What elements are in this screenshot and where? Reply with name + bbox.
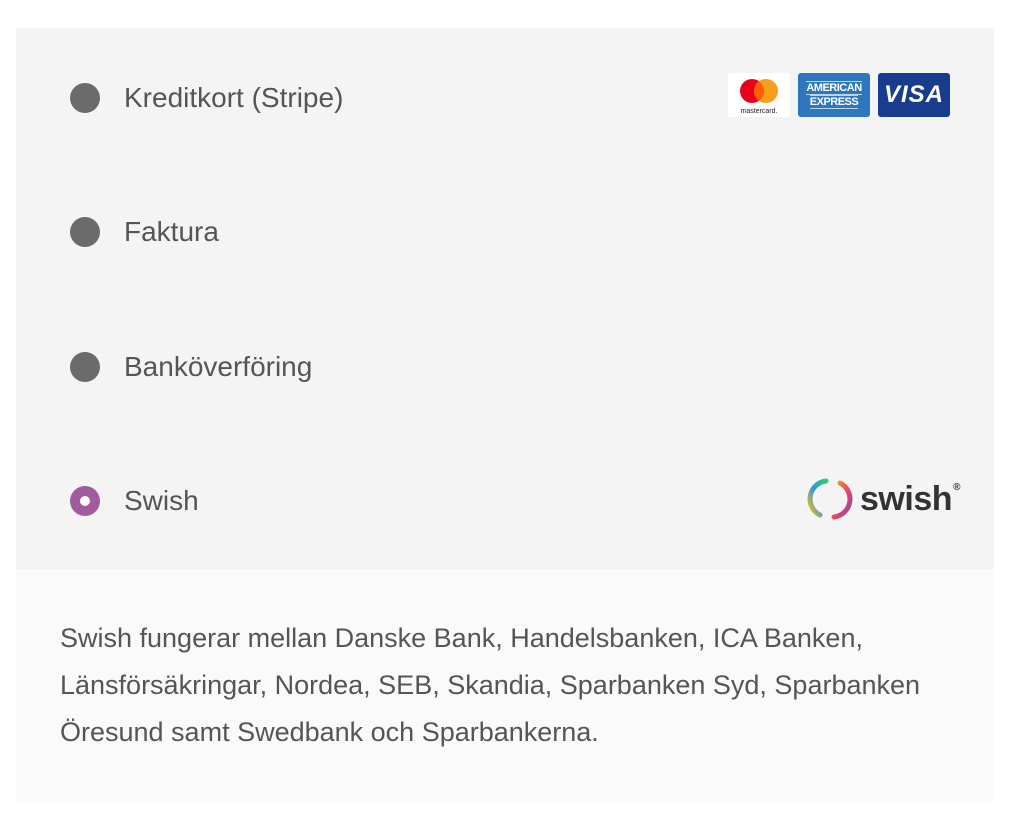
radio-kreditkort[interactable] bbox=[70, 83, 100, 113]
american-express-icon: AMERICAN EXPRESS bbox=[798, 73, 870, 117]
registered-mark: ® bbox=[953, 481, 960, 493]
radio-swish[interactable] bbox=[70, 486, 100, 516]
payment-option-label[interactable]: Banköverföring bbox=[124, 351, 312, 383]
mastercard-text: mastercard. bbox=[741, 108, 778, 115]
radio-faktura[interactable] bbox=[70, 217, 100, 247]
swish-description-text: Swish fungerar mellan Danske Bank, Hande… bbox=[60, 623, 921, 747]
visa-icon: VISA bbox=[878, 73, 950, 117]
payment-method-description: Swish fungerar mellan Danske Bank, Hande… bbox=[16, 569, 994, 801]
radio-bankoverforing[interactable] bbox=[70, 352, 100, 382]
visa-text: VISA bbox=[883, 81, 944, 108]
payment-option-label[interactable]: Faktura bbox=[124, 216, 219, 248]
payment-option-label[interactable]: Kreditkort (Stripe) bbox=[124, 82, 343, 114]
payment-methods-list: Kreditkort (Stripe) mastercard. AMERICAN… bbox=[16, 28, 994, 569]
mastercard-icon: mastercard. bbox=[728, 73, 790, 117]
swish-logo: swish ® bbox=[806, 475, 960, 523]
amex-line1: AMERICAN bbox=[806, 81, 862, 95]
swish-icon bbox=[807, 478, 853, 520]
payment-option-bankoverforing[interactable]: Banköverföring bbox=[16, 337, 994, 397]
swish-wordmark: swish ® bbox=[860, 479, 960, 518]
payment-option-label[interactable]: Swish bbox=[124, 485, 199, 517]
card-logos: mastercard. AMERICAN EXPRESS VISA bbox=[728, 73, 950, 117]
payment-option-faktura[interactable]: Faktura bbox=[16, 202, 994, 262]
amex-line2: EXPRESS bbox=[809, 95, 859, 109]
